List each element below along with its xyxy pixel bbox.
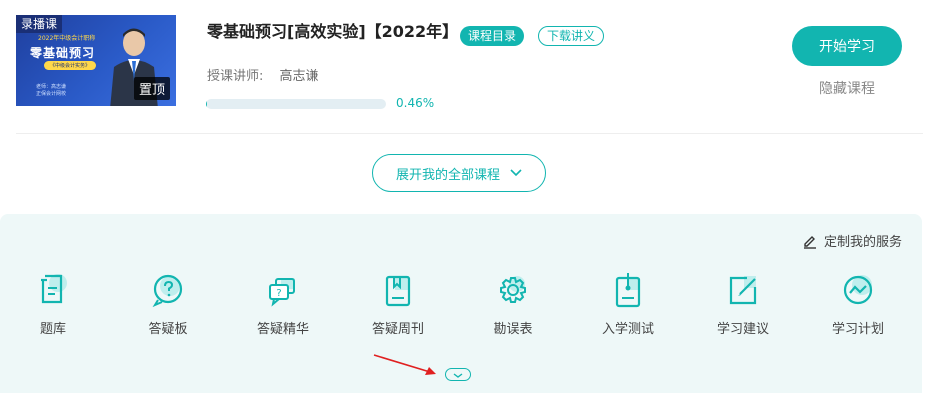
service-label: 答疑板 — [148, 322, 188, 337]
pin-to-top-label[interactable]: 置顶 — [133, 77, 170, 100]
service-question-bank[interactable]: 题库 — [13, 270, 93, 337]
svg-text:?: ? — [276, 288, 281, 299]
service-label: 答疑精华 — [256, 322, 309, 337]
edit-icon — [803, 235, 816, 249]
qa-highlights-icon: ? — [269, 278, 295, 307]
course-title[interactable]: 零基础预习[高效实验]【2022年】 — [207, 18, 458, 42]
chevron-down-icon — [453, 373, 463, 378]
service-label: 学习建议 — [716, 322, 769, 337]
thumbnail-teacher-line2: 正保会计网校 — [36, 91, 67, 97]
progress-fill — [206, 99, 207, 109]
thumbnail-headline: 零基础预习 — [30, 46, 96, 60]
service-label: 学习计划 — [831, 322, 884, 337]
service-qa-highlights[interactable]: ? 答疑精华 — [243, 270, 323, 337]
service-errata[interactable]: 勘误表 — [473, 270, 553, 337]
annotation-arrow-icon — [373, 354, 436, 375]
question-bank-icon — [41, 274, 67, 304]
download-notes-tag[interactable]: 下载讲义 — [538, 26, 605, 46]
customize-services-label: 定制我的服务 — [823, 235, 902, 250]
chevron-down-icon — [510, 169, 522, 177]
qa-weekly-icon — [385, 275, 411, 307]
thumbnail-pill: 《中级会计实务》 — [44, 61, 97, 70]
service-qa-weekly[interactable]: 答疑周刊 — [358, 270, 438, 337]
services-panel: 定制我的服务 题库 答疑板 ? 答疑精华 答疑周刊 勘误表 入学测试 学习建议 … — [0, 214, 922, 393]
service-study-plan[interactable]: 学习计划 — [818, 270, 898, 337]
thumbnail-subtitle: 2022年中级会计职称 — [38, 35, 96, 42]
instructor-name: 高志谦 — [279, 69, 319, 84]
recorded-course-badge: 录播课 — [16, 15, 63, 33]
customize-services-link[interactable]: 定制我的服务 — [802, 231, 902, 250]
entrance-test-icon — [615, 273, 641, 308]
study-advice-icon — [729, 276, 757, 305]
course-thumbnail[interactable]: 录播课 2022年中级会计职称 零基础预习 《中级会计实务》 老师：高志谦 正保… — [16, 15, 176, 106]
collapse-services-button[interactable] — [445, 368, 471, 381]
instructor-row: 授课讲师: 高志谦 — [207, 65, 319, 84]
instructor-label: 授课讲师: — [207, 69, 264, 84]
course-catalog-tag[interactable]: 课程目录 — [460, 26, 525, 46]
hide-course-link[interactable]: 隐藏课程 — [819, 78, 875, 98]
service-study-advice[interactable]: 学习建议 — [703, 270, 783, 337]
errata-icon — [500, 276, 526, 303]
expand-all-courses-label: 展开我的全部课程 — [395, 167, 500, 183]
service-entrance-test[interactable]: 入学测试 — [588, 270, 668, 337]
divider — [16, 133, 923, 134]
thumbnail-teacher-line1: 老师：高志谦 — [36, 84, 67, 90]
study-plan-icon — [843, 275, 873, 305]
service-label: 答疑周刊 — [371, 322, 424, 337]
progress-bar — [206, 99, 386, 109]
service-label: 勘误表 — [493, 322, 533, 337]
start-learning-button[interactable]: 开始学习 — [792, 26, 902, 66]
qa-board-icon — [152, 274, 183, 308]
service-label: 入学测试 — [601, 322, 654, 337]
thumbnail-teacher: 老师：高志谦 正保会计网校 — [36, 84, 66, 98]
service-qa-board[interactable]: 答疑板 — [128, 270, 208, 337]
service-label: 题库 — [39, 322, 66, 337]
progress-percent: 0.46% — [396, 96, 435, 110]
expand-all-courses-button[interactable]: 展开我的全部课程 — [372, 154, 546, 192]
